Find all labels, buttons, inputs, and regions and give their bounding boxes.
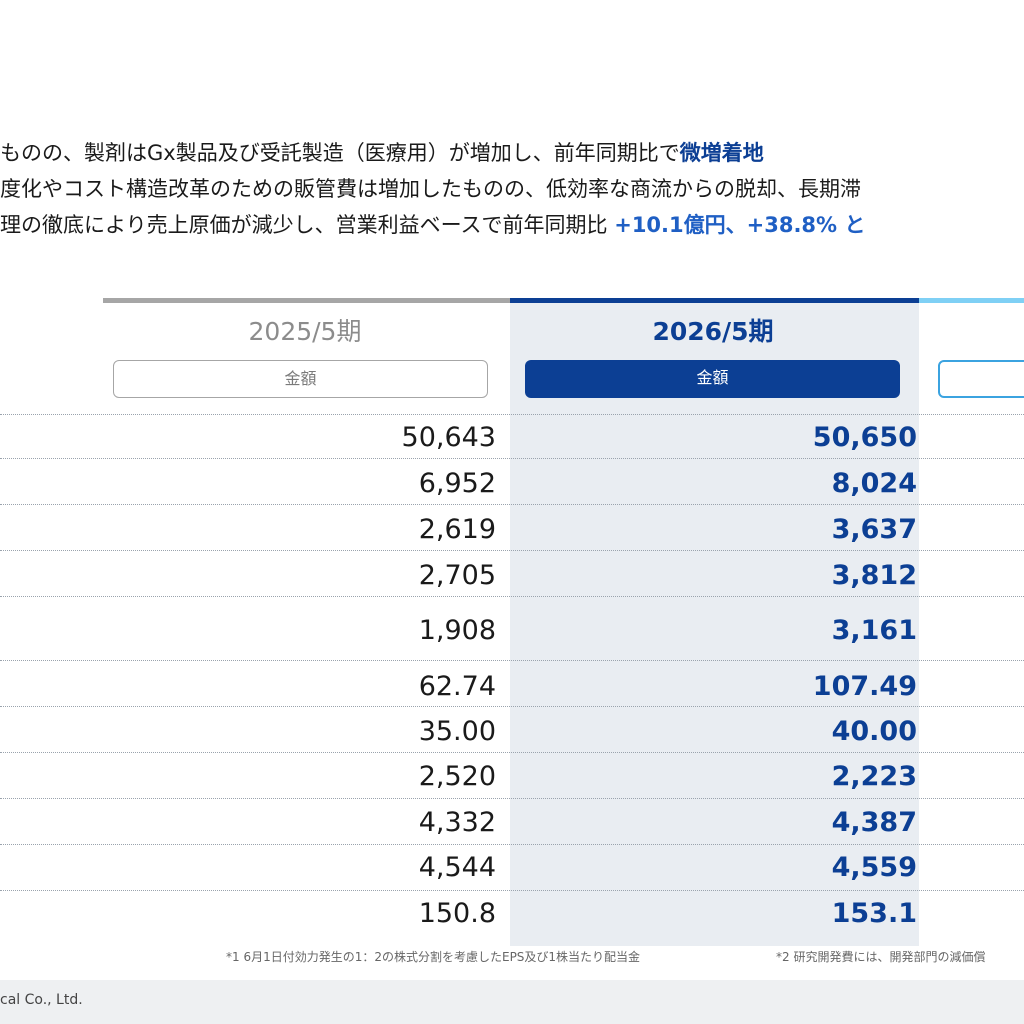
curr-value-cell: 40.00 [831, 716, 917, 747]
curr-value-cell: 8,024 [831, 468, 917, 499]
row-divider [0, 660, 1024, 661]
curr-value-cell: 3,161 [831, 615, 917, 646]
prev-value-cell: 4,544 [418, 852, 496, 883]
next-amount-label [938, 360, 1024, 398]
prev-column-top-bar [103, 298, 510, 303]
summary-line-3-highlight: +10.1億円、+38.8% と [614, 213, 866, 237]
footer-bar [0, 980, 1024, 1024]
prev-value-cell: 2,619 [418, 514, 496, 545]
summary-line-3-text: 理の徹底により売上原価が減少し、営業利益ベースで前年同期比 [0, 213, 608, 237]
summary-line-1-text: ものの、製剤はGx製品及び受託製造（医療用）が増加し、前年同期比で [0, 141, 680, 165]
curr-value-cell: 3,812 [831, 560, 917, 591]
curr-value-cell: 153.1 [831, 898, 917, 929]
prev-value-cell: 150.8 [418, 898, 496, 929]
prev-value-cell: 6,952 [418, 468, 496, 499]
copyright-text: cal Co., Ltd. [0, 992, 83, 1008]
prev-value-cell: 50,643 [401, 422, 496, 453]
curr-value-cell: 107.49 [812, 671, 917, 702]
curr-value-cell: 4,387 [831, 807, 917, 838]
summary-line-3: 理の徹底により売上原価が減少し、営業利益ベースで前年同期比 +10.1億円、+3… [0, 210, 865, 240]
prev-value-cell: 35.00 [418, 716, 496, 747]
summary-line-1-highlight: 微増着地 [679, 141, 764, 165]
summary-line-2: 度化やコスト構造改革のための販管費は増加したものの、低効率な商流からの脱却、長期… [0, 177, 861, 201]
prev-amount-label: 金額 [113, 360, 488, 398]
prev-period-header: 2025/5期 [248, 317, 362, 346]
prev-value-cell: 62.74 [418, 671, 496, 702]
prev-value-cell: 1,908 [418, 615, 496, 646]
prev-value-cell: 2,520 [418, 761, 496, 792]
curr-value-cell: 50,650 [812, 422, 917, 453]
curr-value-cell: 3,637 [831, 514, 917, 545]
footnote-2: *2 研究開発費には、開発部門の減価償 [776, 950, 986, 964]
next-column-top-bar [919, 298, 1024, 303]
prev-value-cell: 2,705 [418, 560, 496, 591]
summary-line-1: ものの、製剤はGx製品及び受託製造（医療用）が増加し、前年同期比で微増着地 [0, 138, 764, 168]
curr-value-cell: 2,223 [831, 761, 917, 792]
footnote-1: *1 6月1日付効力発生の1：2の株式分割を考慮したEPS及び1株当たり配当金 [226, 950, 641, 964]
curr-value-cell: 4,559 [831, 852, 917, 883]
prev-value-cell: 4,332 [418, 807, 496, 838]
curr-period-header: 2026/5期 [652, 317, 774, 346]
curr-amount-label: 金額 [525, 360, 900, 398]
